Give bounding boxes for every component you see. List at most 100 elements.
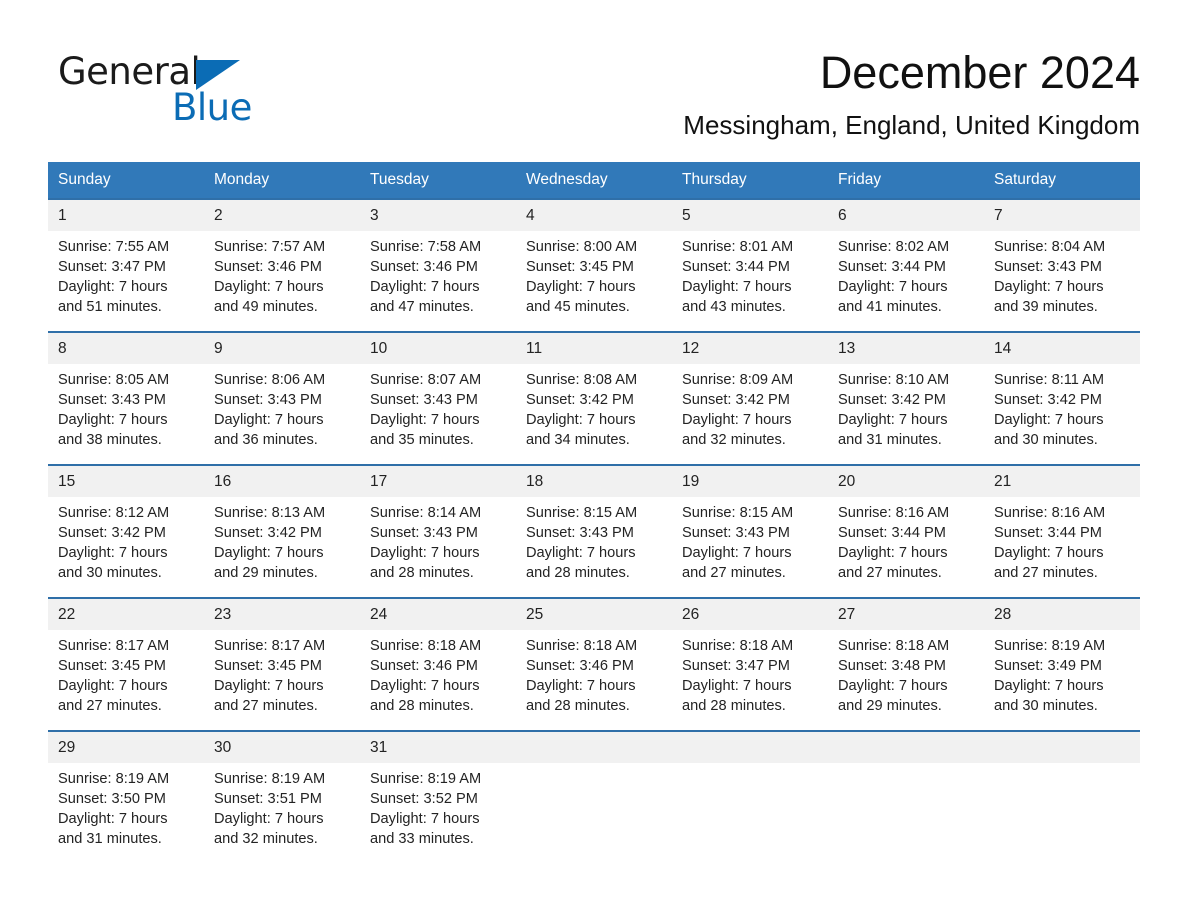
day-cell[interactable]: Sunrise: 8:09 AM Sunset: 3:42 PM Dayligh… [672, 364, 828, 464]
day-number[interactable]: 8 [48, 333, 204, 364]
weekday-wednesday: Wednesday [526, 171, 608, 188]
sunset-line: Sunset: 3:42 PM [682, 392, 790, 408]
day-number[interactable]: 1 [48, 200, 204, 231]
daylight-line-2: and 29 minutes. [838, 698, 942, 714]
day-number[interactable]: 21 [984, 466, 1140, 497]
sunrise-line: Sunrise: 8:00 AM [526, 239, 638, 255]
daylight-line-1: Daylight: 7 hours [370, 412, 480, 428]
day-number[interactable]: 15 [48, 466, 204, 497]
day-number[interactable]: 18 [516, 466, 672, 497]
day-cell[interactable]: Sunrise: 7:57 AM Sunset: 3:46 PM Dayligh… [204, 231, 360, 331]
day-number[interactable]: 22 [48, 599, 204, 630]
day-number[interactable]: 28 [984, 599, 1140, 630]
day-cell[interactable]: Sunrise: 8:19 AM Sunset: 3:49 PM Dayligh… [984, 630, 1140, 730]
day-number[interactable]: 23 [204, 599, 360, 630]
day-number[interactable]: 4 [516, 200, 672, 231]
sunrise-line: Sunrise: 8:04 AM [994, 239, 1106, 255]
day-cell[interactable]: Sunrise: 8:14 AM Sunset: 3:43 PM Dayligh… [360, 497, 516, 597]
daylight-line-2: and 51 minutes. [58, 299, 162, 315]
day-cell[interactable]: Sunrise: 8:19 AM Sunset: 3:51 PM Dayligh… [204, 763, 360, 863]
day-cell[interactable]: Sunrise: 8:16 AM Sunset: 3:44 PM Dayligh… [984, 497, 1140, 597]
daylight-line-1: Daylight: 7 hours [994, 279, 1104, 295]
day-cell[interactable]: Sunrise: 7:55 AM Sunset: 3:47 PM Dayligh… [48, 231, 204, 331]
day-number[interactable]: 30 [204, 732, 360, 763]
day-number[interactable]: 29 [48, 732, 204, 763]
day-cell[interactable]: Sunrise: 8:00 AM Sunset: 3:45 PM Dayligh… [516, 231, 672, 331]
daylight-line-1: Daylight: 7 hours [682, 279, 792, 295]
day-cell[interactable]: Sunrise: 8:06 AM Sunset: 3:43 PM Dayligh… [204, 364, 360, 464]
day-number[interactable]: 25 [516, 599, 672, 630]
daylight-line-2: and 43 minutes. [682, 299, 786, 315]
daylight-line-2: and 33 minutes. [370, 831, 474, 847]
daylight-line-2: and 32 minutes. [682, 432, 786, 448]
day-number[interactable]: 13 [828, 333, 984, 364]
sunrise-line: Sunrise: 8:11 AM [994, 372, 1105, 388]
day-number[interactable]: 16 [204, 466, 360, 497]
day-number[interactable]: 11 [516, 333, 672, 364]
daylight-line-2: and 39 minutes. [994, 299, 1098, 315]
day-cell[interactable]: Sunrise: 8:01 AM Sunset: 3:44 PM Dayligh… [672, 231, 828, 331]
day-number[interactable]: 20 [828, 466, 984, 497]
week-detail-band: Sunrise: 8:05 AM Sunset: 3:43 PM Dayligh… [48, 364, 1140, 464]
day-cell[interactable]: Sunrise: 8:04 AM Sunset: 3:43 PM Dayligh… [984, 231, 1140, 331]
day-cell[interactable]: Sunrise: 8:17 AM Sunset: 3:45 PM Dayligh… [48, 630, 204, 730]
day-cell[interactable]: Sunrise: 8:02 AM Sunset: 3:44 PM Dayligh… [828, 231, 984, 331]
logo-text-blue: Blue [172, 86, 252, 129]
day-cell[interactable]: Sunrise: 8:18 AM Sunset: 3:48 PM Dayligh… [828, 630, 984, 730]
day-cell[interactable]: Sunrise: 8:18 AM Sunset: 3:47 PM Dayligh… [672, 630, 828, 730]
daylight-line-1: Daylight: 7 hours [214, 811, 324, 827]
day-cell[interactable]: Sunrise: 8:19 AM Sunset: 3:52 PM Dayligh… [360, 763, 516, 863]
daylight-line-2: and 41 minutes. [838, 299, 942, 315]
day-number[interactable]: 6 [828, 200, 984, 231]
day-cell[interactable]: Sunrise: 8:13 AM Sunset: 3:42 PM Dayligh… [204, 497, 360, 597]
day-number[interactable]: 27 [828, 599, 984, 630]
day-number[interactable]: 5 [672, 200, 828, 231]
sunset-line: Sunset: 3:46 PM [214, 259, 322, 275]
sunset-line: Sunset: 3:46 PM [370, 658, 478, 674]
day-cell[interactable]: Sunrise: 8:15 AM Sunset: 3:43 PM Dayligh… [516, 497, 672, 597]
day-number[interactable]: 3 [360, 200, 516, 231]
sunrise-line: Sunrise: 8:14 AM [370, 505, 482, 521]
sunset-line: Sunset: 3:44 PM [838, 259, 946, 275]
week-daynumber-band: 15 16 17 18 19 20 21 [48, 466, 1140, 497]
sunset-line: Sunset: 3:45 PM [214, 658, 322, 674]
day-cell[interactable]: Sunrise: 8:18 AM Sunset: 3:46 PM Dayligh… [516, 630, 672, 730]
day-cell[interactable]: Sunrise: 8:08 AM Sunset: 3:42 PM Dayligh… [516, 364, 672, 464]
calendar-page: General Blue December 2024 Messingham, E… [0, 0, 1188, 918]
daylight-line-2: and 27 minutes. [58, 698, 162, 714]
day-number[interactable]: 2 [204, 200, 360, 231]
daylight-line-1: Daylight: 7 hours [370, 279, 480, 295]
day-number[interactable]: 12 [672, 333, 828, 364]
sunrise-line: Sunrise: 7:55 AM [58, 239, 170, 255]
day-cell[interactable]: Sunrise: 8:17 AM Sunset: 3:45 PM Dayligh… [204, 630, 360, 730]
day-number[interactable]: 24 [360, 599, 516, 630]
week-daynumber-band: 8 9 10 11 12 13 14 [48, 333, 1140, 364]
day-cell[interactable]: Sunrise: 8:12 AM Sunset: 3:42 PM Dayligh… [48, 497, 204, 597]
sunset-line: Sunset: 3:51 PM [214, 791, 322, 807]
weekday-header-row: Sunday Monday Tuesday Wednesday Thursday… [48, 162, 1140, 198]
day-number[interactable]: 7 [984, 200, 1140, 231]
day-number[interactable]: 9 [204, 333, 360, 364]
daylight-line-2: and 27 minutes. [994, 565, 1098, 581]
day-cell[interactable]: Sunrise: 8:11 AM Sunset: 3:42 PM Dayligh… [984, 364, 1140, 464]
week-detail-band: Sunrise: 8:17 AM Sunset: 3:45 PM Dayligh… [48, 630, 1140, 730]
sunset-line: Sunset: 3:46 PM [370, 259, 478, 275]
day-cell[interactable]: Sunrise: 8:15 AM Sunset: 3:43 PM Dayligh… [672, 497, 828, 597]
day-cell[interactable]: Sunrise: 7:58 AM Sunset: 3:46 PM Dayligh… [360, 231, 516, 331]
day-number[interactable]: 31 [360, 732, 516, 763]
day-number[interactable]: 17 [360, 466, 516, 497]
day-cell[interactable]: Sunrise: 8:05 AM Sunset: 3:43 PM Dayligh… [48, 364, 204, 464]
day-number[interactable]: 26 [672, 599, 828, 630]
sunrise-line: Sunrise: 8:10 AM [838, 372, 950, 388]
day-number[interactable]: 14 [984, 333, 1140, 364]
daylight-line-2: and 28 minutes. [526, 565, 630, 581]
day-cell[interactable]: Sunrise: 8:18 AM Sunset: 3:46 PM Dayligh… [360, 630, 516, 730]
generalblue-logo[interactable]: General Blue [48, 44, 308, 128]
day-number[interactable]: 10 [360, 333, 516, 364]
day-number[interactable]: 19 [672, 466, 828, 497]
day-cell[interactable]: Sunrise: 8:10 AM Sunset: 3:42 PM Dayligh… [828, 364, 984, 464]
daylight-line-1: Daylight: 7 hours [838, 545, 948, 561]
day-cell[interactable]: Sunrise: 8:07 AM Sunset: 3:43 PM Dayligh… [360, 364, 516, 464]
day-cell[interactable]: Sunrise: 8:16 AM Sunset: 3:44 PM Dayligh… [828, 497, 984, 597]
day-cell[interactable]: Sunrise: 8:19 AM Sunset: 3:50 PM Dayligh… [48, 763, 204, 863]
